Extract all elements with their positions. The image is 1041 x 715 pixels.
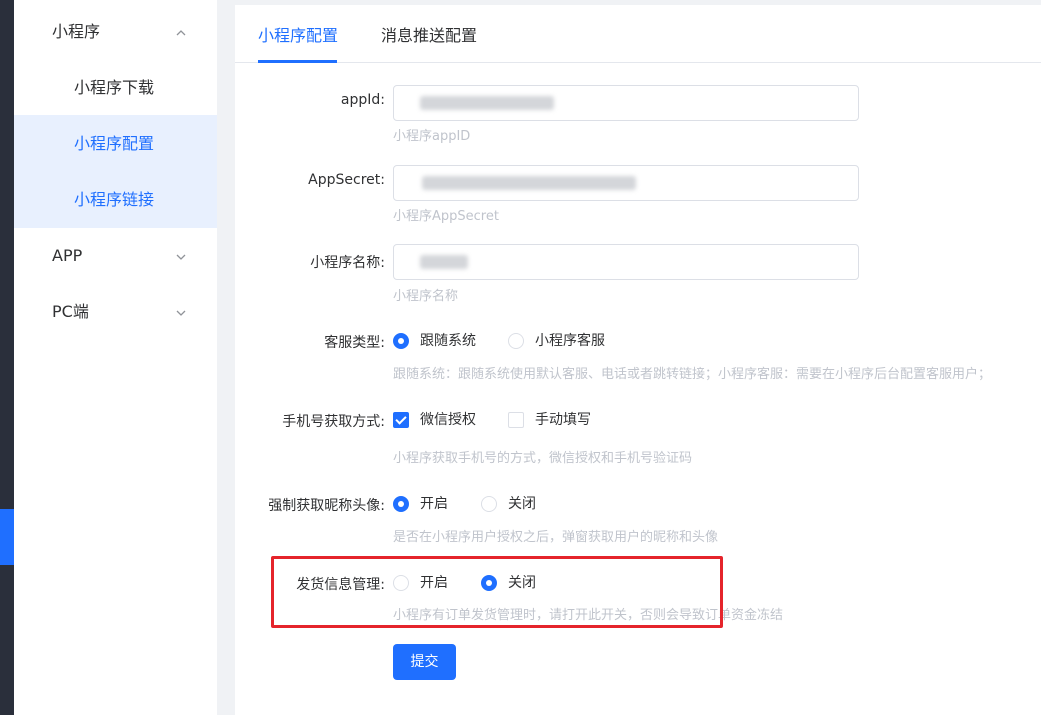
appsecret-label: AppSecret:: [308, 172, 385, 188]
radio-checked-icon: [393, 333, 409, 349]
force-avatar-help: 是否在小程序用户授权之后，弹窗获取用户的昵称和头像: [393, 530, 719, 545]
service-type-label: 客服类型:: [324, 335, 385, 351]
shipping-help: 小程序有订单发货管理时，请打开此开关，否则会导致订单资金冻结: [393, 608, 784, 623]
appid-label: appId:: [340, 92, 385, 108]
sidebar-item-label: 小程序配置: [74, 134, 155, 153]
sidebar: 小程序 小程序下载 小程序配置 小程序链接 APP PC端: [14, 0, 217, 715]
phone-method-label: 手机号获取方式:: [282, 414, 385, 430]
tab-message-push-config[interactable]: 消息推送配置: [381, 22, 477, 46]
radio-checked-icon: [481, 575, 497, 591]
service-type-help: 跟随系统：跟随系统使用默认客服、电话或者跳转链接；小程序客服：需要在小程序后台配…: [393, 367, 992, 382]
sidebar-item-label: 小程序链接: [74, 190, 155, 209]
shipping-label: 发货信息管理:: [296, 577, 385, 593]
option-label: 小程序客服: [535, 333, 605, 349]
checkbox-checked-icon: [393, 412, 409, 428]
tab-active-indicator: [258, 60, 337, 63]
appsecret-input[interactable]: [393, 165, 859, 201]
main-content: 小程序配置 消息推送配置 appId: 小程序appID AppSecret: …: [235, 5, 1041, 715]
appid-input[interactable]: [393, 85, 859, 121]
radio-unchecked-icon: [393, 575, 409, 591]
sidebar-item-miniprogram-download[interactable]: 小程序下载: [14, 60, 217, 116]
sidebar-item-miniprogram-config[interactable]: 小程序配置: [14, 116, 217, 172]
menu-group-pc[interactable]: PC端: [14, 284, 217, 340]
radio-checked-icon: [393, 496, 409, 512]
redacted-value: [420, 96, 554, 110]
radio-unchecked-icon: [508, 333, 524, 349]
tab-miniprogram-config[interactable]: 小程序配置: [258, 22, 338, 46]
name-help: 小程序名称: [393, 289, 459, 304]
option-label: 开启: [420, 496, 448, 512]
app-rail: [0, 0, 14, 715]
option-label: 关闭: [508, 496, 536, 512]
name-label: 小程序名称:: [310, 255, 385, 271]
redacted-value: [420, 255, 468, 269]
menu-group-label: APP: [52, 246, 83, 265]
chevron-down-icon: [175, 228, 187, 284]
tab-bar: 小程序配置 消息推送配置: [235, 5, 1041, 63]
option-label: 手动填写: [535, 412, 591, 428]
menu-group-miniprogram[interactable]: 小程序: [14, 4, 217, 60]
phone-method-help: 小程序获取手机号的方式，微信授权和手机号验证码: [393, 451, 693, 466]
submit-button[interactable]: 提交: [393, 644, 456, 680]
sidebar-item-label: 小程序下载: [74, 78, 155, 97]
chevron-up-icon: [175, 4, 187, 60]
sidebar-item-miniprogram-link[interactable]: 小程序链接: [14, 172, 217, 228]
menu-group-label: PC端: [52, 302, 89, 321]
option-label: 开启: [420, 575, 448, 591]
option-label: 关闭: [508, 575, 536, 591]
force-avatar-label: 强制获取昵称头像:: [268, 498, 385, 514]
menu-group-label: 小程序: [52, 22, 101, 41]
menu-group-app[interactable]: APP: [14, 228, 217, 284]
option-label: 跟随系统: [420, 333, 476, 349]
name-input[interactable]: [393, 244, 859, 280]
checkbox-unchecked-icon: [508, 412, 524, 428]
appsecret-help: 小程序AppSecret: [393, 209, 499, 224]
redacted-value: [422, 176, 636, 190]
app-rail-active-indicator: [0, 509, 14, 565]
option-label: 微信授权: [420, 412, 476, 428]
radio-unchecked-icon: [481, 496, 497, 512]
appid-help: 小程序appID: [393, 129, 471, 144]
chevron-down-icon: [175, 284, 187, 340]
